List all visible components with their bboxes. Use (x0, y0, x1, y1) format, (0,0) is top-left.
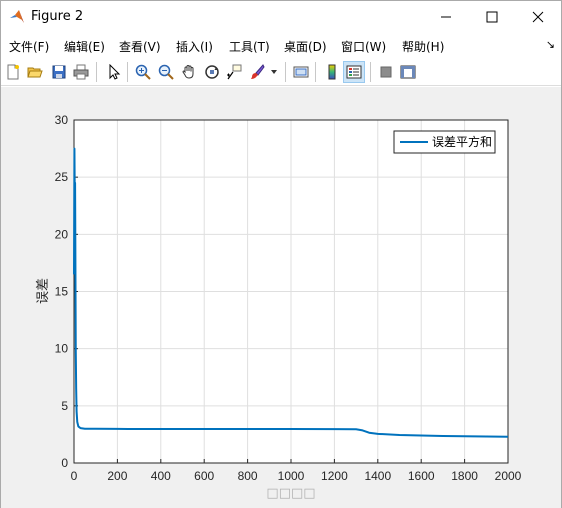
hide-plot-tools-icon (380, 66, 392, 78)
show-plot-tools-icon (400, 65, 416, 79)
close-button[interactable] (515, 1, 561, 33)
maximize-icon (486, 11, 498, 23)
rotate-3d-button[interactable] (201, 61, 223, 83)
colorbar-button[interactable] (321, 61, 343, 83)
data-cursor-icon (227, 64, 242, 80)
toolbar-dock-arrow-icon[interactable]: ↘ (546, 38, 555, 51)
open-file-button[interactable] (24, 61, 46, 83)
colorbar-icon (328, 64, 336, 80)
toolbar-separator (285, 62, 286, 82)
link-plot-button[interactable] (290, 61, 312, 83)
pointer-icon (109, 64, 121, 80)
plot-svg[interactable]: 0 200 400 600 800 1000 1200 1400 1600 1800 2000 0 5… (1, 87, 561, 508)
zoom-in-button[interactable] (132, 61, 154, 83)
maximize-button[interactable] (469, 1, 515, 33)
menu-tools[interactable]: 工具(T) (229, 38, 270, 55)
open-file-icon (27, 67, 43, 78)
figure-toolbar (1, 58, 561, 86)
y-tick-label: 25 (55, 170, 69, 184)
menu-bar: 文件(F) 编辑(E) 查看(V) 插入(I) 工具(T) 桌面(D) 窗口(W… (1, 34, 561, 56)
window-title: Figure 2 (31, 9, 84, 24)
toolbar-separator (127, 62, 128, 82)
save-icon (52, 65, 66, 79)
y-tick-label: 15 (55, 285, 69, 299)
menu-file[interactable]: 文件(F) (9, 38, 49, 55)
print-icon (73, 64, 89, 80)
menu-help[interactable]: 帮助(H) (402, 38, 444, 55)
menu-window[interactable]: 窗口(W) (341, 38, 386, 55)
menu-desktop[interactable]: 桌面(D) (284, 38, 327, 55)
new-figure-button[interactable] (2, 61, 24, 83)
brush-icon (251, 64, 265, 79)
print-button[interactable] (70, 61, 92, 83)
x-tick-label: 800 (238, 469, 258, 483)
close-icon (532, 11, 544, 23)
save-button[interactable] (48, 61, 70, 83)
pan-icon (182, 64, 194, 79)
title-bar[interactable]: Figure 2 (1, 1, 561, 33)
minimize-button[interactable] (423, 1, 469, 33)
y-tick-label: 5 (61, 399, 68, 413)
x-tick-label: 1800 (451, 469, 478, 483)
minimize-icon (441, 16, 451, 18)
toolbar-separator (370, 62, 371, 82)
y-tick-label: 10 (55, 342, 69, 356)
x-tick-label: 0 (71, 469, 78, 483)
x-tick-label: 1000 (278, 469, 305, 483)
menu-insert[interactable]: 插入(I) (176, 38, 213, 55)
link-plot-icon (293, 66, 309, 78)
new-figure-icon (7, 64, 19, 80)
figure-canvas[interactable]: 0 200 400 600 800 1000 1200 1400 1600 1800 2000 0 5… (1, 87, 561, 508)
x-tick-label: 2000 (495, 469, 522, 483)
toolbar-separator (315, 62, 316, 82)
zoom-out-button[interactable] (155, 61, 177, 83)
legend-button[interactable] (343, 61, 365, 83)
y-axis-label: 误差 (36, 278, 51, 304)
show-plot-tools-button[interactable] (397, 61, 419, 83)
x-tick-label: 1600 (408, 469, 435, 483)
toolbar-separator (96, 62, 97, 82)
edit-plot-button[interactable] (103, 61, 125, 83)
x-tick-label: 400 (151, 469, 171, 483)
x-tick-label: 600 (194, 469, 214, 483)
rotate-3d-icon (205, 65, 219, 79)
legend-entry: 误差平方和 (432, 134, 492, 149)
x-tick-label: 200 (107, 469, 127, 483)
brush-dropdown[interactable] (267, 61, 281, 83)
y-tick-label: 30 (55, 113, 69, 127)
hide-plot-tools-button[interactable] (375, 61, 397, 83)
menu-edit[interactable]: 编辑(E) (64, 38, 105, 55)
zoom-in-icon (135, 64, 151, 80)
figure-window: Figure 2 文件(F) 编辑(E) 查看(V) 插入(I) 工具(T) 桌… (0, 0, 562, 508)
menu-view[interactable]: 查看(V) (119, 38, 161, 55)
y-tick-label: 0 (61, 456, 68, 470)
legend[interactable]: 误差平方和 (393, 130, 496, 154)
x-tick-label: 1200 (321, 469, 348, 483)
matlab-logo-icon (9, 9, 25, 25)
brush-button[interactable] (246, 61, 268, 83)
y-tick-label: 20 (55, 227, 69, 241)
legend-icon (346, 65, 362, 79)
chevron-down-icon (271, 70, 277, 74)
x-axis-label: □□□□ (266, 486, 315, 501)
x-tick-label: 1400 (364, 469, 391, 483)
zoom-out-icon (158, 64, 174, 80)
pan-button[interactable] (178, 61, 200, 83)
data-cursor-button[interactable] (223, 61, 245, 83)
